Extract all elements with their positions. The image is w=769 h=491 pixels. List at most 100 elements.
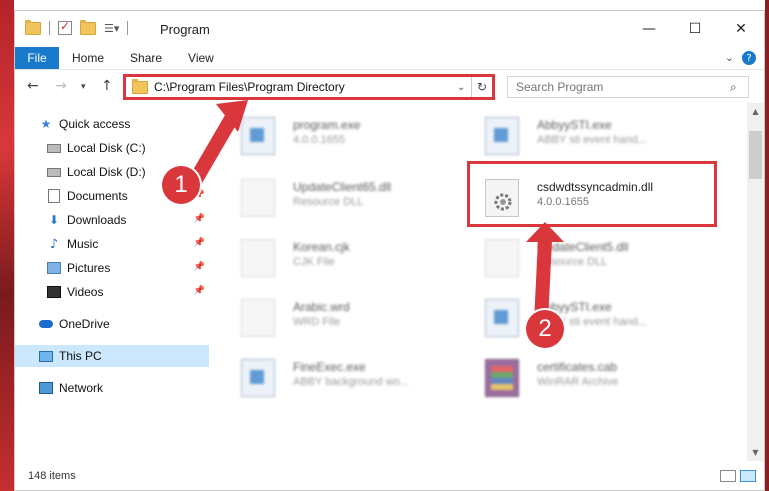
- file-detail: ABBY background wo...: [293, 376, 409, 388]
- sidebar-item-network[interactable]: Network: [39, 377, 209, 399]
- pin-icon[interactable]: 📌: [194, 238, 205, 248]
- file-explorer-window: ☰▾ Program — ☐ ✕ File Home Share View ⌄ …: [14, 10, 765, 491]
- status-bar: 148 items: [15, 461, 764, 491]
- sidebar-item-this-pc[interactable]: This PC: [15, 345, 209, 367]
- list-item[interactable]: AbbyySTI.exe ABBY sti event hand...: [477, 291, 707, 341]
- file-detail: CJK File: [293, 256, 335, 268]
- maximize-button[interactable]: ☐: [672, 11, 718, 47]
- separator: [49, 21, 50, 35]
- quick-access-toolbar: ☰▾: [25, 19, 129, 35]
- pc-icon: [39, 350, 53, 362]
- ribbon-tabs: File Home Share View ⌄ ?: [15, 47, 764, 70]
- list-item[interactable]: UpdateClient65.dll Resource DLL: [233, 171, 463, 221]
- search-input[interactable]: [508, 79, 730, 95]
- list-item[interactable]: program.exe 4.0.0.1655: [233, 109, 463, 159]
- customize-toolbar-icon[interactable]: ☰▾: [104, 22, 119, 35]
- file-name: FineExec.exe: [293, 360, 366, 374]
- window-controls: — ☐ ✕: [626, 11, 764, 47]
- sidebar-item-quick-access[interactable]: ★ Quick access: [39, 113, 233, 135]
- sidebar-item-downloads[interactable]: ⬇ Downloads 📌: [47, 209, 209, 231]
- minimize-button[interactable]: —: [626, 11, 672, 47]
- large-icons-view-button[interactable]: [740, 470, 756, 482]
- file-detail: Resource DLL: [293, 196, 364, 208]
- separator: [127, 21, 129, 35]
- star-icon: ★: [40, 117, 52, 131]
- navigation-bar: ← → ▾ ↑ C:\Program Files\Program Directo…: [15, 71, 764, 103]
- file-detail: Resource DLL: [537, 256, 608, 268]
- file-name: AbbyySTI.exe: [537, 118, 612, 132]
- list-item[interactable]: FineExec.exe ABBY background wo...: [233, 351, 463, 401]
- address-bar[interactable]: C:\Program Files\Program Directory ⌄ ↻: [123, 74, 495, 100]
- folder-icon: [132, 78, 148, 94]
- file-name: UpdateClient65.dll: [293, 180, 392, 194]
- dll-icon: [241, 179, 275, 217]
- scroll-down-icon[interactable]: ▼: [747, 444, 764, 461]
- tab-home[interactable]: Home: [59, 47, 117, 69]
- sidebar-item-onedrive[interactable]: OneDrive: [39, 313, 209, 335]
- expand-ribbon-icon[interactable]: ⌄: [725, 51, 734, 65]
- tab-view[interactable]: View: [175, 47, 227, 69]
- downloads-icon: ⬇: [48, 213, 60, 227]
- tab-file[interactable]: File: [15, 47, 59, 69]
- sidebar-item-label: Local Disk (D:): [67, 165, 146, 179]
- list-item[interactable]: AbbyySTI.exe ABBY sti event hand...: [477, 109, 707, 159]
- pin-icon[interactable]: 📌: [194, 262, 205, 272]
- sidebar-item-label: Documents: [67, 189, 128, 203]
- network-icon: [39, 382, 53, 394]
- sidebar-item-label: Local Disk (C:): [67, 141, 146, 155]
- pictures-icon: [47, 262, 61, 274]
- callout-badge-2: 2: [526, 310, 564, 348]
- sidebar-item-pictures[interactable]: Pictures 📌: [47, 257, 209, 279]
- details-view-button[interactable]: [720, 470, 736, 482]
- highlight-box: [467, 161, 717, 227]
- sidebar-item-local-disk-c[interactable]: Local Disk (C:): [47, 137, 209, 159]
- address-path[interactable]: C:\Program Files\Program Directory: [154, 80, 457, 94]
- search-box[interactable]: ⌕: [507, 76, 749, 98]
- drive-icon: [47, 142, 61, 154]
- chevron-down-icon[interactable]: ⌄: [457, 82, 471, 93]
- archive-icon: [485, 359, 519, 397]
- scroll-up-icon[interactable]: ▲: [747, 103, 764, 120]
- file-icon: [241, 239, 275, 277]
- list-item[interactable]: certificates.cab WinRAR Archive: [477, 351, 707, 401]
- new-folder-icon[interactable]: [80, 19, 96, 35]
- desktop-background: [0, 0, 14, 491]
- item-count: 148 items: [28, 470, 76, 482]
- scrollbar-thumb[interactable]: [749, 131, 762, 179]
- pin-icon[interactable]: 📌: [194, 214, 205, 224]
- pin-icon[interactable]: 📌: [194, 286, 205, 296]
- file-detail: WRD File: [293, 316, 341, 328]
- sidebar-item-label: Network: [59, 381, 104, 395]
- file-detail: 4.0.0.1655: [293, 134, 345, 146]
- list-item[interactable]: Arabic.wrd WRD File: [233, 291, 463, 341]
- file-name: Arabic.wrd: [293, 300, 350, 314]
- list-item[interactable]: UpdateClient5.dll Resource DLL: [477, 231, 707, 281]
- sidebar-item-label: OneDrive: [59, 317, 110, 331]
- search-icon[interactable]: ⌕: [730, 80, 748, 95]
- properties-icon[interactable]: [58, 19, 72, 35]
- close-button[interactable]: ✕: [718, 11, 764, 47]
- file-detail: WinRAR Archive: [537, 376, 619, 388]
- forward-arrow-icon[interactable]: →: [55, 78, 67, 94]
- recent-locations-chevron-icon[interactable]: ▾: [81, 82, 86, 92]
- file-detail: ABBY sti event hand...: [537, 134, 647, 146]
- back-arrow-icon[interactable]: ←: [27, 78, 39, 94]
- sidebar-item-music[interactable]: ♪ Music 📌: [47, 233, 209, 255]
- file-name: program.exe: [293, 118, 361, 132]
- drive-icon: [47, 166, 61, 178]
- tab-share[interactable]: Share: [117, 47, 175, 69]
- sidebar-item-label: Pictures: [67, 261, 111, 275]
- vertical-scrollbar[interactable]: ▲ ▼: [747, 103, 764, 461]
- list-item[interactable]: Korean.cjk CJK File: [233, 231, 463, 281]
- refresh-icon[interactable]: ↻: [471, 77, 492, 97]
- file-name: certificates.cab: [537, 360, 618, 374]
- desktop-background-edge: [765, 0, 769, 491]
- navigation-pane: ★ Quick access Local Disk (C:) Local Dis…: [15, 111, 210, 431]
- help-icon[interactable]: ?: [742, 51, 756, 65]
- exe-icon: [485, 117, 519, 155]
- dll-icon: [485, 239, 519, 277]
- up-arrow-icon[interactable]: ↑: [101, 78, 113, 94]
- file-list: program.exe 4.0.0.1655 AbbyySTI.exe ABBY…: [223, 103, 743, 463]
- file-name: Korean.cjk: [293, 240, 350, 254]
- sidebar-item-videos[interactable]: Videos 📌: [47, 281, 209, 303]
